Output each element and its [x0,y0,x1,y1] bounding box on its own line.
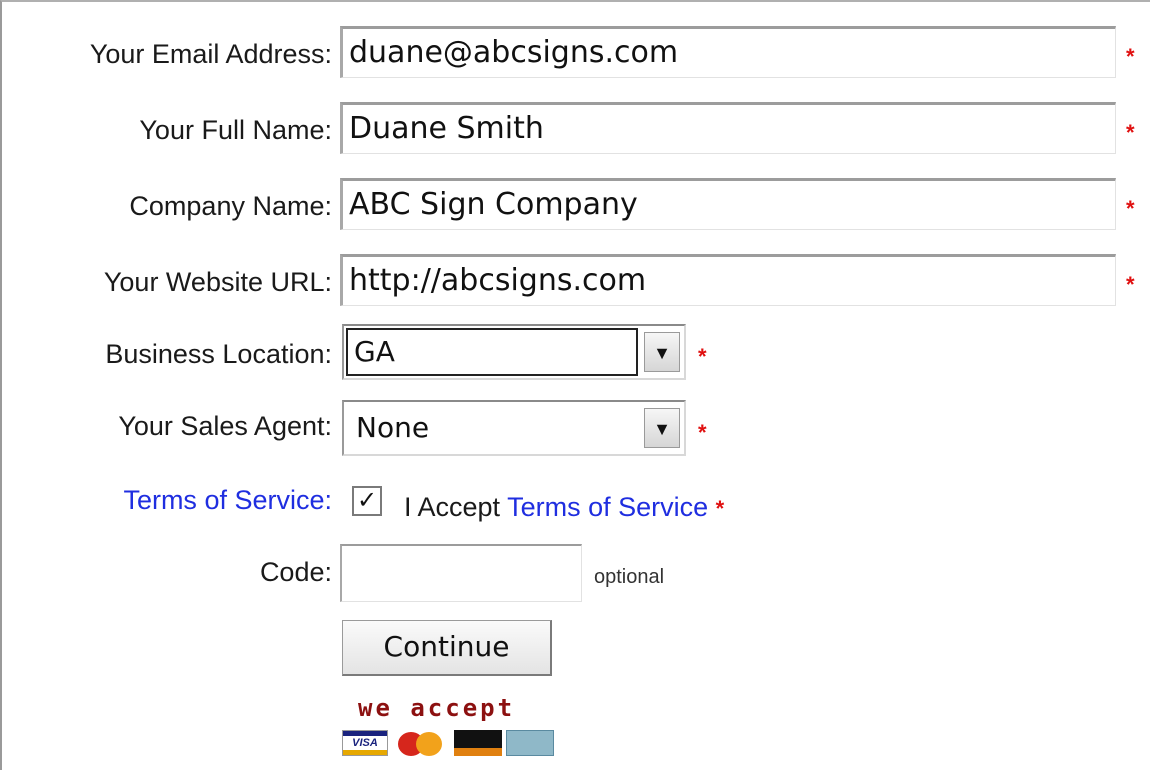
agent-required-marker: * [698,420,707,445]
agent-selected-value: None [356,411,430,444]
location-label: Business Location: [105,339,332,369]
email-required-marker: * [1126,44,1135,69]
chevron-down-icon[interactable]: ▼ [644,408,680,448]
website-field[interactable]: http://abcsigns.com [340,254,1116,306]
agent-select[interactable]: None ▼ [342,400,686,456]
terms-checkbox[interactable]: ✓ [352,486,382,516]
location-selected-value: GA [346,328,638,376]
visa-icon: VISA [342,730,388,756]
continue-button[interactable]: Continue [342,620,552,676]
terms-of-service-link[interactable]: Terms of Service [507,492,708,522]
website-required-marker: * [1126,272,1135,297]
amex-icon [506,730,554,756]
terms-required-marker: * [715,496,725,521]
terms-label-link[interactable]: Terms of Service: [123,484,332,516]
full-name-field[interactable]: Duane Smith [340,102,1116,154]
email-field[interactable]: duane@abcsigns.com [340,26,1116,78]
chevron-down-icon[interactable]: ▼ [644,332,680,372]
location-required-marker: * [698,344,707,369]
location-select[interactable]: GA ▼ [342,324,686,380]
accept-prefix: I Accept [404,492,508,522]
company-field[interactable]: ABC Sign Company [340,178,1116,230]
accept-terms-text: I Accept Terms of Service * [404,492,724,523]
discover-icon [454,730,502,756]
code-optional-hint: optional [594,566,665,588]
code-label: Code: [259,557,332,587]
code-field[interactable] [340,544,582,602]
company-required-marker: * [1126,196,1135,221]
full-name-label: Your Full Name: [139,115,332,145]
agent-label: Your Sales Agent: [118,411,332,441]
company-label: Company Name: [129,191,332,221]
mastercard-icon [396,730,448,756]
email-label: Your Email Address: [89,39,332,69]
full-name-required-marker: * [1126,120,1135,145]
website-label: Your Website URL: [103,267,332,297]
we-accept-heading: we accept [358,694,516,722]
